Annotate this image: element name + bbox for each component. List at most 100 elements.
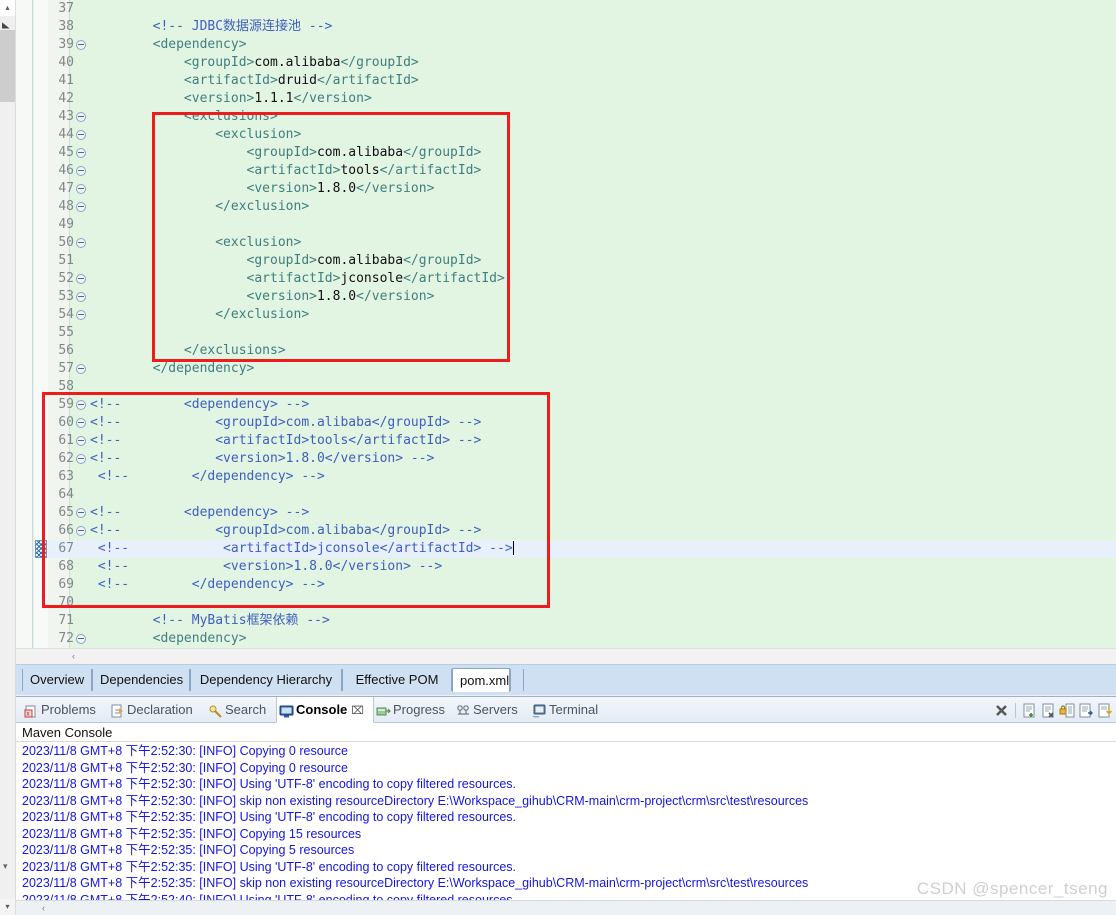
- console-hscroll-left-arrow[interactable]: ‹: [42, 901, 45, 915]
- console-tab-label: Progress: [393, 702, 446, 717]
- code-line[interactable]: 55: [48, 324, 1116, 342]
- code-line[interactable]: 51 <groupId>com.alibaba</groupId>: [48, 252, 1116, 270]
- scroll-thumb[interactable]: [0, 30, 15, 102]
- console-tab-declaration[interactable]: Declaration: [108, 697, 206, 723]
- console-tab-label: Search: [225, 702, 267, 717]
- fold-collapse-icon[interactable]: [76, 508, 86, 518]
- fold-collapse-icon[interactable]: [76, 238, 86, 248]
- code-line[interactable]: 52 <artifactId>jconsole</artifactId>: [48, 270, 1116, 288]
- code-line[interactable]: 66 <!-- <groupId>com.alibaba</groupId> --…: [48, 522, 1116, 540]
- display-selected-console-icon[interactable]: [1097, 702, 1114, 719]
- fold-collapse-icon[interactable]: [76, 436, 86, 446]
- code-line[interactable]: 62 <!-- <version>1.8.0</version> -->: [48, 450, 1116, 468]
- line-text: <artifactId>druid</artifactId>: [90, 73, 419, 88]
- open-console-icon[interactable]: [1021, 702, 1038, 719]
- scroll-lock-icon[interactable]: [1059, 702, 1076, 719]
- code-line[interactable]: 61 <!-- <artifactId>tools</artifactId> --…: [48, 432, 1116, 450]
- fold-collapse-icon[interactable]: [76, 292, 86, 302]
- fold-collapse-icon[interactable]: [76, 148, 86, 158]
- code-line[interactable]: 60 <!-- <groupId>com.alibaba</groupId> --…: [48, 414, 1116, 432]
- editor-tab-dependency-hierarchy[interactable]: Dependency Hierarchy: [190, 669, 342, 691]
- fold-collapse-icon[interactable]: [76, 274, 86, 284]
- servers-icon: [456, 702, 471, 717]
- editor-tab-dependencies[interactable]: Dependencies: [92, 669, 190, 691]
- code-line[interactable]: 40 <groupId>com.alibaba</groupId>: [48, 54, 1116, 72]
- code-line[interactable]: 72 <dependency>: [48, 630, 1116, 648]
- fold-collapse-icon[interactable]: [76, 526, 86, 536]
- line-text: <!-- </dependency> -->: [90, 469, 325, 484]
- code-line[interactable]: 43 <exclusions>: [48, 108, 1116, 126]
- code-line[interactable]: 69 <!-- </dependency> -->: [48, 576, 1116, 594]
- code-line[interactable]: 56 </exclusions>: [48, 342, 1116, 360]
- code-line[interactable]: 71 <!-- MyBatis框架依赖 -->: [48, 612, 1116, 630]
- code-line[interactable]: 48 </exclusion>: [48, 198, 1116, 216]
- code-line[interactable]: 65 <!-- <dependency> -->: [48, 504, 1116, 522]
- fold-collapse-icon[interactable]: [76, 202, 86, 212]
- fold-collapse-icon[interactable]: [76, 40, 86, 50]
- editor-horizontal-scrollbar[interactable]: ‹: [16, 648, 1116, 663]
- code-line[interactable]: 47 <version>1.8.0</version>: [48, 180, 1116, 198]
- console-tab-progress[interactable]: Progress: [374, 697, 454, 723]
- console-output-area[interactable]: 2023/11/8 GMT+8 下午2:52:30: [INFO] Copyin…: [16, 743, 1116, 901]
- code-line[interactable]: 39 <dependency>: [48, 36, 1116, 54]
- code-line[interactable]: 68 <!-- <version>1.8.0</version> -->: [48, 558, 1116, 576]
- editor-tab-pom-xml[interactable]: pom.xml: [452, 668, 510, 692]
- line-number: 37: [58, 1, 74, 16]
- code-line[interactable]: 38 <!-- JDBC数据源连接池 -->: [48, 18, 1116, 36]
- line-number: 46: [58, 163, 74, 178]
- fold-collapse-icon[interactable]: [76, 310, 86, 320]
- code-line[interactable]: 53 <version>1.8.0</version>: [48, 288, 1116, 306]
- fold-collapse-icon[interactable]: [76, 166, 86, 176]
- console-tab-close-icon[interactable]: ⌧: [351, 698, 364, 724]
- code-line[interactable]: 44 <exclusion>: [48, 126, 1116, 144]
- code-line[interactable]: 41 <artifactId>druid</artifactId>: [48, 72, 1116, 90]
- fold-collapse-icon[interactable]: [76, 364, 86, 374]
- pin-console-icon[interactable]: [1078, 702, 1095, 719]
- console-tab-servers[interactable]: Servers: [454, 697, 530, 723]
- console-tab-console[interactable]: Console ⌧: [276, 697, 374, 723]
- fold-collapse-icon[interactable]: [76, 454, 86, 464]
- code-line[interactable]: 70: [48, 594, 1116, 612]
- fold-collapse-icon[interactable]: [76, 112, 86, 122]
- code-line[interactable]: 67 <!-- <artifactId>jconsole</artifactId…: [48, 540, 1116, 558]
- line-number: 44: [58, 127, 74, 142]
- clear-console-icon[interactable]: [1040, 702, 1057, 719]
- scroll-up-button[interactable]: ▴: [0, 0, 15, 16]
- editor-annotation-bar[interactable]: [34, 0, 48, 663]
- line-text: <!-- <groupId>com.alibaba</groupId> -->: [90, 523, 482, 538]
- code-line[interactable]: 37: [48, 0, 1116, 18]
- code-line[interactable]: 49: [48, 216, 1116, 234]
- fold-collapse-icon[interactable]: [76, 418, 86, 428]
- console-tab-search[interactable]: Search: [206, 697, 276, 723]
- console-tab-bar[interactable]: x Problems Declaration Search Console ⌧ Progre…: [16, 697, 1116, 723]
- console-horizontal-scrollbar[interactable]: ‹: [16, 900, 1116, 915]
- code-line[interactable]: 50 <exclusion>: [48, 234, 1116, 252]
- code-line[interactable]: 46 <artifactId>tools</artifactId>: [48, 162, 1116, 180]
- console-scroll-down-arrow[interactable]: ▾: [3, 861, 8, 872]
- console-tab-problems[interactable]: x Problems: [22, 697, 108, 723]
- console-vertical-scrollbar[interactable]: ▾: [0, 743, 16, 913]
- console-toolbar[interactable]: [993, 697, 1116, 723]
- code-line[interactable]: 57 </dependency>: [48, 360, 1116, 378]
- code-text-area[interactable]: 37 38 <!-- JDBC数据源连接池 --> 39 <dependency> 4…: [48, 0, 1116, 663]
- line-text: <!-- <groupId>com.alibaba</groupId> -->: [90, 415, 482, 430]
- code-line[interactable]: 64: [48, 486, 1116, 504]
- console-tab-terminal[interactable]: Terminal: [530, 697, 618, 723]
- editor-form-tabs[interactable]: Overview Dependencies Dependency Hierarchy…: [16, 664, 1116, 695]
- editor-tab-overview[interactable]: Overview: [22, 669, 92, 691]
- fold-collapse-icon[interactable]: [76, 130, 86, 140]
- fold-collapse-icon[interactable]: [76, 400, 86, 410]
- code-line[interactable]: 45 <groupId>com.alibaba</groupId>: [48, 144, 1116, 162]
- editor-tab-effective-pom[interactable]: Effective POM: [342, 669, 452, 691]
- xml-source-editor[interactable]: 37 38 <!-- JDBC数据源连接池 --> 39 <dependency> 4…: [16, 0, 1116, 663]
- fold-collapse-icon[interactable]: [76, 184, 86, 194]
- code-line[interactable]: 42 <version>1.1.1</version>: [48, 90, 1116, 108]
- code-line[interactable]: 58: [48, 378, 1116, 396]
- terminate-all-icon[interactable]: [993, 702, 1010, 719]
- code-line[interactable]: 54 </exclusion>: [48, 306, 1116, 324]
- line-number: 48: [58, 199, 74, 214]
- code-line[interactable]: 63 <!-- </dependency> -->: [48, 468, 1116, 486]
- code-line[interactable]: 59 <!-- <dependency> -->: [48, 396, 1116, 414]
- fold-collapse-icon[interactable]: [76, 634, 86, 644]
- editor-hscroll-left-arrow[interactable]: ‹: [72, 649, 75, 664]
